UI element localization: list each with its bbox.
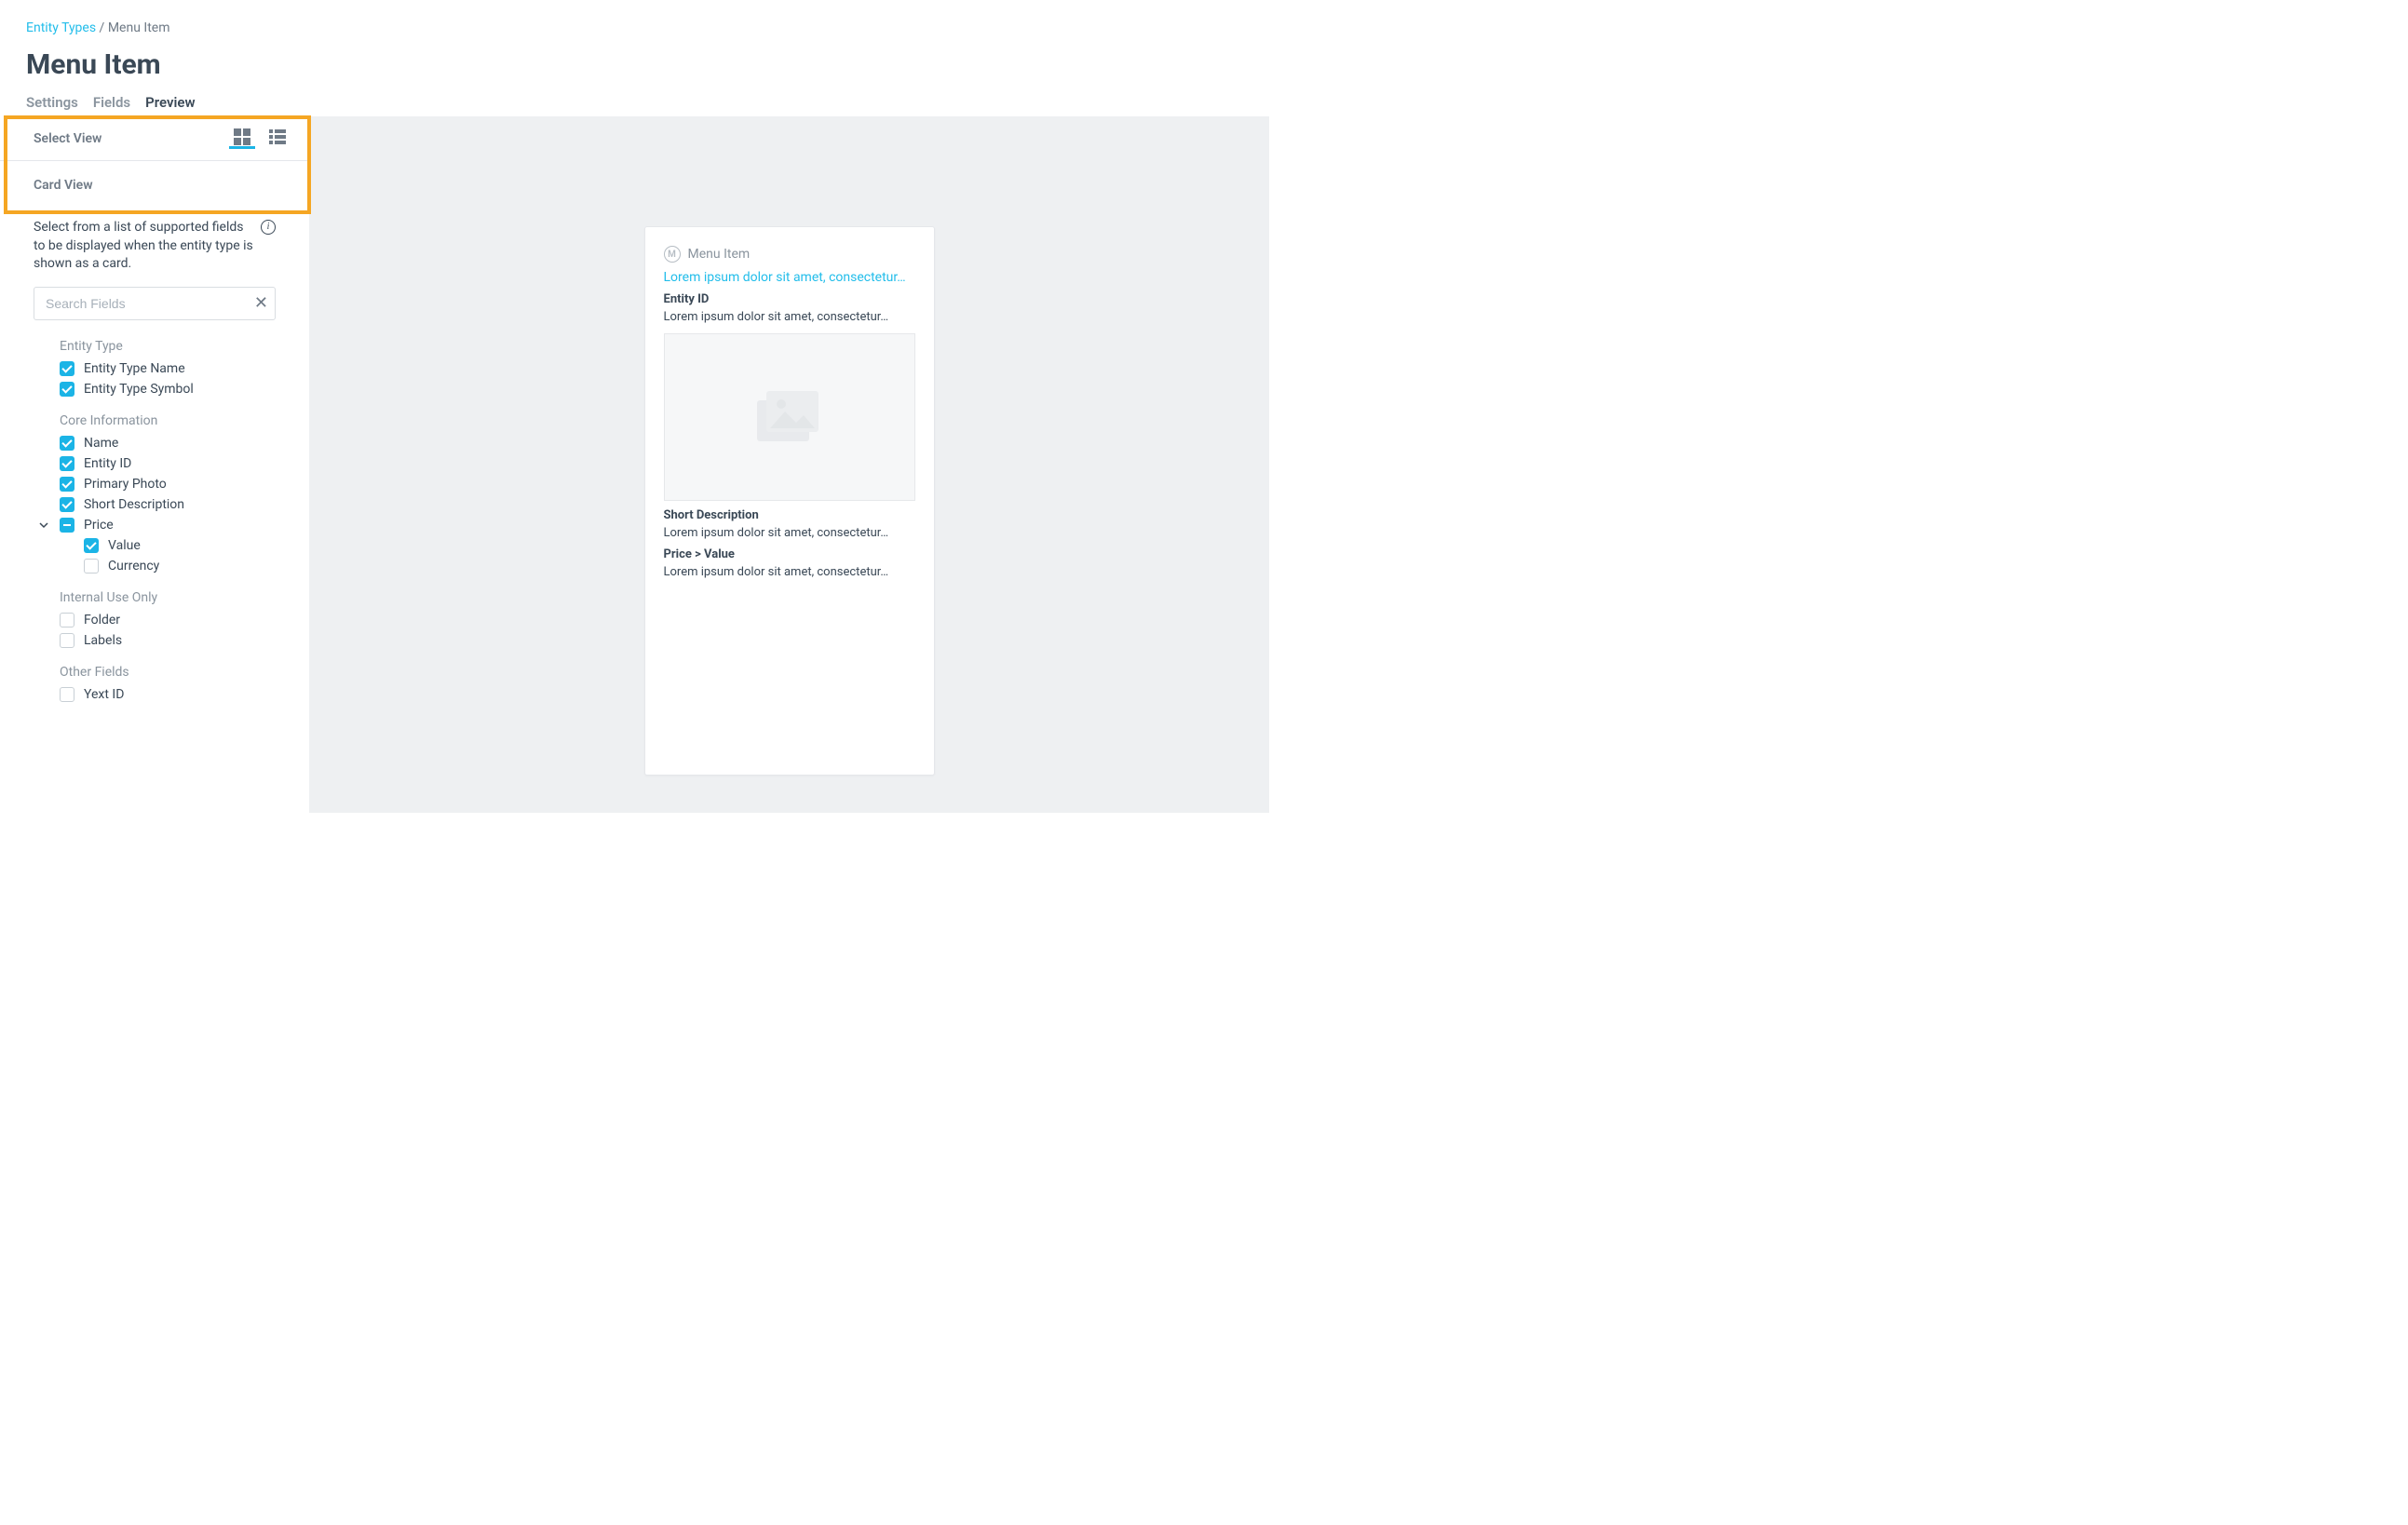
card-short-desc-label: Short Description [664, 508, 915, 522]
entity-symbol-icon: M [664, 246, 681, 263]
preview-card: M Menu Item Lorem ipsum dolor sit amet, … [644, 226, 935, 776]
field-entity-type-symbol: Entity Type Symbol [60, 382, 276, 397]
search-fields-box: ✕ [34, 287, 276, 320]
sidebar: Select View Card View Select from a list… [0, 116, 309, 813]
preview-panel: M Menu Item Lorem ipsum dolor sit amet, … [309, 116, 1269, 813]
breadcrumb-sep: / [96, 20, 108, 35]
field-folder: Folder [60, 613, 276, 628]
page-title: Menu Item [26, 48, 1243, 81]
list-view-icon[interactable] [264, 128, 291, 149]
card-entity-type: M Menu Item [664, 246, 915, 263]
breadcrumb-root[interactable]: Entity Types [26, 20, 96, 35]
group-title-entity-type: Entity Type [60, 339, 276, 354]
tab-settings[interactable]: Settings [26, 94, 78, 116]
checkbox[interactable] [60, 613, 74, 628]
tab-preview[interactable]: Preview [145, 94, 195, 116]
checkbox[interactable] [60, 477, 74, 492]
checkbox[interactable] [60, 518, 74, 533]
search-fields-input[interactable] [34, 287, 276, 320]
field-name: Name [60, 436, 276, 451]
checkbox[interactable] [60, 687, 74, 702]
field-price-currency: Currency [84, 559, 276, 574]
checkbox[interactable] [60, 633, 74, 648]
group-internal: Internal Use Only Folder Labels [34, 590, 276, 648]
card-price-value-label: Price > Value [664, 547, 915, 561]
group-title-internal: Internal Use Only [60, 590, 276, 605]
checkbox[interactable] [60, 382, 74, 397]
card-short-desc-value: Lorem ipsum dolor sit amet, consectetur… [664, 526, 915, 540]
group-core-information: Core Information Name Entity ID Primary … [34, 413, 276, 574]
field-entity-type-name: Entity Type Name [60, 361, 276, 376]
field-short-description: Short Description [60, 497, 276, 512]
card-name-link[interactable]: Lorem ipsum dolor sit amet, consectetur… [664, 270, 915, 285]
checkbox[interactable] [84, 538, 99, 553]
checkbox[interactable] [84, 559, 99, 574]
card-view-row: Card View [0, 161, 309, 206]
checkbox[interactable] [60, 361, 74, 376]
view-toggle [229, 128, 291, 149]
select-view-label: Select View [34, 131, 101, 146]
group-title-other: Other Fields [60, 665, 276, 680]
field-yext-id: Yext ID [60, 687, 276, 702]
clear-search-icon[interactable]: ✕ [254, 295, 268, 312]
group-entity-type: Entity Type Entity Type Name Entity Type… [34, 339, 276, 397]
card-entity-id-label: Entity ID [664, 292, 915, 306]
card-view-icon[interactable] [229, 128, 255, 149]
field-labels: Labels [60, 633, 276, 648]
card-entity-id-value: Lorem ipsum dolor sit amet, consectetur… [664, 310, 915, 324]
breadcrumb: Entity Types / Menu Item [26, 20, 1243, 35]
card-primary-photo-placeholder [664, 333, 915, 501]
help-text: Select from a list of supported fields t… [34, 219, 276, 274]
field-price: Price [60, 518, 276, 533]
checkbox[interactable] [60, 456, 74, 471]
group-other: Other Fields Yext ID [34, 665, 276, 702]
field-entity-id: Entity ID [60, 456, 276, 471]
tabs: Settings Fields Preview [26, 94, 1243, 116]
card-price-value-value: Lorem ipsum dolor sit amet, consectetur… [664, 565, 915, 579]
field-primary-photo: Primary Photo [60, 477, 276, 492]
field-price-value: Value [84, 538, 276, 553]
card-view-label: Card View [34, 178, 276, 193]
image-placeholder-icon [757, 391, 822, 443]
checkbox[interactable] [60, 497, 74, 512]
info-icon[interactable]: i [261, 220, 276, 235]
checkbox[interactable] [60, 436, 74, 451]
breadcrumb-current: Menu Item [108, 20, 170, 35]
card-entity-type-label: Menu Item [688, 247, 751, 262]
group-title-core: Core Information [60, 413, 276, 428]
chevron-down-icon[interactable] [37, 520, 50, 530]
tab-fields[interactable]: Fields [93, 94, 130, 116]
select-view-row: Select View [0, 116, 309, 161]
